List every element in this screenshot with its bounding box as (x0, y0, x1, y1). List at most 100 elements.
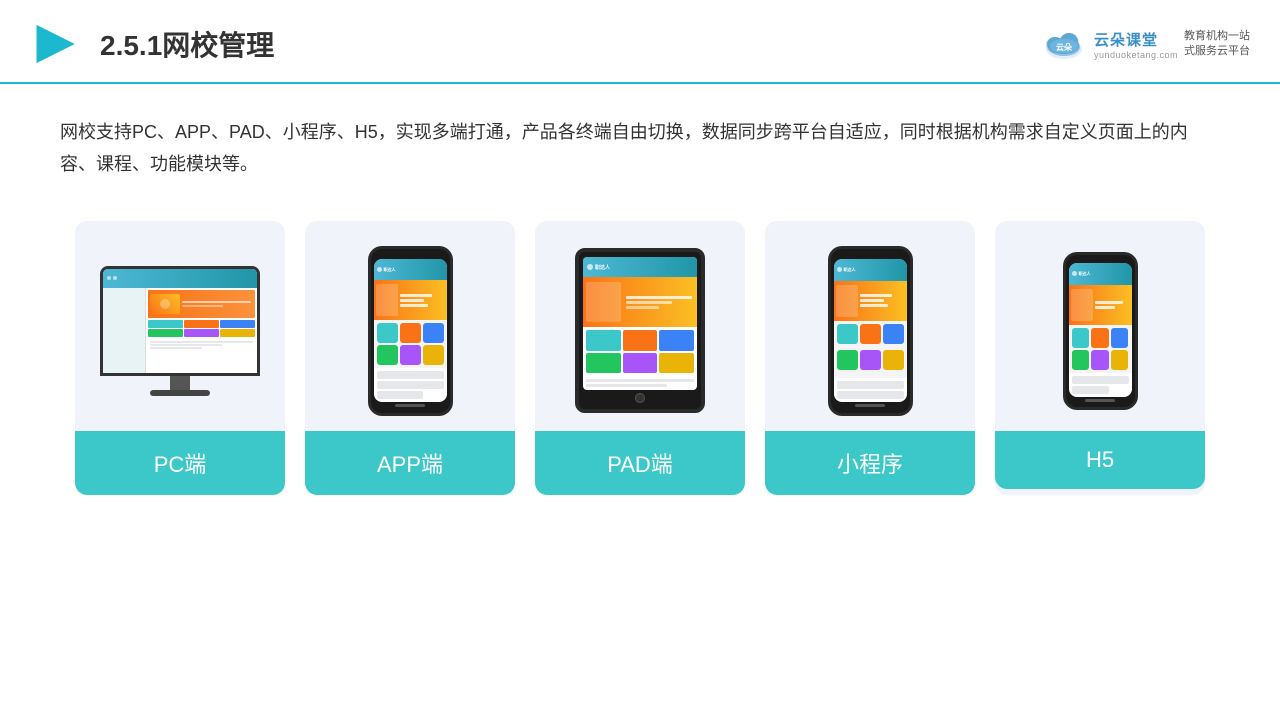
pc-label: PC端 (75, 431, 285, 495)
grid-item (400, 323, 421, 343)
description-section: 网校支持PC、APP、PAD、小程序、H5，实现多端打通，产品各终端自由切换，数… (0, 84, 1280, 201)
grid-item (220, 329, 255, 337)
phone-banner (1069, 285, 1132, 325)
nav-text: 职达人 (844, 267, 856, 273)
logo-arrow-icon (30, 18, 82, 70)
grid-item (659, 330, 694, 351)
phone-screen: 职达人 (374, 259, 447, 402)
miniprogram-image-area: 职达人 (765, 221, 975, 431)
tablet-nav: 职达人 (583, 257, 697, 277)
grid-item (837, 350, 858, 370)
phone-grid (1069, 325, 1132, 373)
screen-banner (148, 290, 255, 318)
banner-txt (1095, 301, 1123, 309)
screen-main (146, 288, 257, 373)
grid-item (1091, 350, 1109, 370)
grid-item (860, 324, 881, 344)
card-miniprogram: 职达人 (765, 221, 975, 495)
grid-item (1091, 328, 1109, 348)
grid-item (586, 330, 621, 351)
phone-grid (374, 320, 447, 368)
list-item (837, 381, 904, 389)
h5-label: H5 (995, 431, 1205, 489)
banner-line (860, 304, 888, 307)
grid-item (184, 320, 219, 328)
grid-item (837, 324, 858, 344)
home-indicator (395, 404, 425, 407)
app-label: APP端 (305, 431, 515, 495)
grid-item (1111, 328, 1129, 348)
grid-item (184, 329, 219, 337)
grid-item (586, 353, 621, 374)
app-image-area: 职达人 (305, 221, 515, 431)
banner-line (400, 294, 432, 297)
screen-content (103, 288, 257, 373)
screen-sidebar (103, 288, 146, 373)
phone-screen: 职达人 (1069, 263, 1132, 397)
cloud-icon: 云朵 (1040, 26, 1088, 62)
grid-item (423, 323, 444, 343)
list-item (377, 381, 444, 389)
card-h5: 职达人 (995, 221, 1205, 495)
phone-notch (856, 251, 884, 258)
monitor-stand (170, 376, 190, 390)
banner-line (860, 294, 892, 297)
banner-img (836, 285, 858, 317)
phone-nav: 职达人 (1069, 263, 1132, 285)
pad-tablet: 职达人 (575, 248, 705, 413)
grid-item (623, 330, 658, 351)
grid-item (1111, 350, 1129, 370)
grid-item (860, 350, 881, 370)
nav-text: 职达人 (1079, 271, 1091, 277)
h5-phone: 职达人 (1063, 252, 1138, 410)
description-text: 网校支持PC、APP、PAD、小程序、H5，实现多端打通，产品各终端自由切换，数… (60, 116, 1220, 181)
phone-screen: 职达人 (834, 259, 907, 402)
monitor-base (150, 390, 210, 396)
phone-list (1069, 373, 1132, 397)
grid-item (148, 320, 183, 328)
tablet-banner (583, 277, 697, 327)
grid-item (1072, 328, 1090, 348)
phone-nav: 职达人 (834, 259, 907, 281)
home-indicator (1085, 399, 1115, 402)
miniprogram-label: 小程序 (765, 431, 975, 495)
banner-txt (400, 294, 432, 307)
pad-image-area: 职达人 (535, 221, 745, 431)
header-right: 云朵 云朵课堂 yunduoketang.com 教育机构一站式服务云平台 (1040, 26, 1250, 62)
card-pc: PC端 (75, 221, 285, 495)
tablet-home-btn (635, 393, 645, 403)
brand-text: 云朵课堂 yunduoketang.com (1094, 29, 1178, 60)
banner-img (376, 284, 398, 316)
page-title: 2.5.1网校管理 (100, 24, 274, 64)
banner-line (400, 299, 424, 302)
tablet-screen: 职达人 (583, 257, 697, 390)
page-header: 2.5.1网校管理 云朵 云朵课堂 yunduoketang.com (0, 0, 1280, 84)
banner-line (400, 304, 428, 307)
svg-text:云朵: 云朵 (1056, 42, 1072, 52)
list-item (1072, 376, 1129, 384)
app-phone: 职达人 (368, 246, 453, 416)
home-indicator (855, 404, 885, 407)
screen-nav (103, 269, 257, 288)
grid-item (423, 345, 444, 365)
grid-item (659, 353, 694, 374)
grid-item (220, 320, 255, 328)
grid-item (883, 350, 904, 370)
list-item (377, 371, 444, 379)
phone-list (374, 368, 447, 402)
banner-line (1095, 301, 1123, 304)
card-pad: 职达人 (535, 221, 745, 495)
list-item (1072, 386, 1109, 394)
banner-img (1071, 289, 1093, 321)
grid-item (623, 353, 658, 374)
h5-image-area: 职达人 (995, 221, 1205, 431)
nav-dot (377, 267, 382, 272)
phone-grid (834, 321, 907, 378)
cards-section: PC端 职达人 (0, 201, 1280, 525)
brand-name: 云朵课堂 (1094, 29, 1158, 50)
screen-grid (148, 320, 255, 337)
banner-line (1095, 306, 1115, 309)
phone-nav: 职达人 (374, 259, 447, 281)
nav-dot (837, 267, 842, 272)
phone-notch (396, 251, 424, 258)
